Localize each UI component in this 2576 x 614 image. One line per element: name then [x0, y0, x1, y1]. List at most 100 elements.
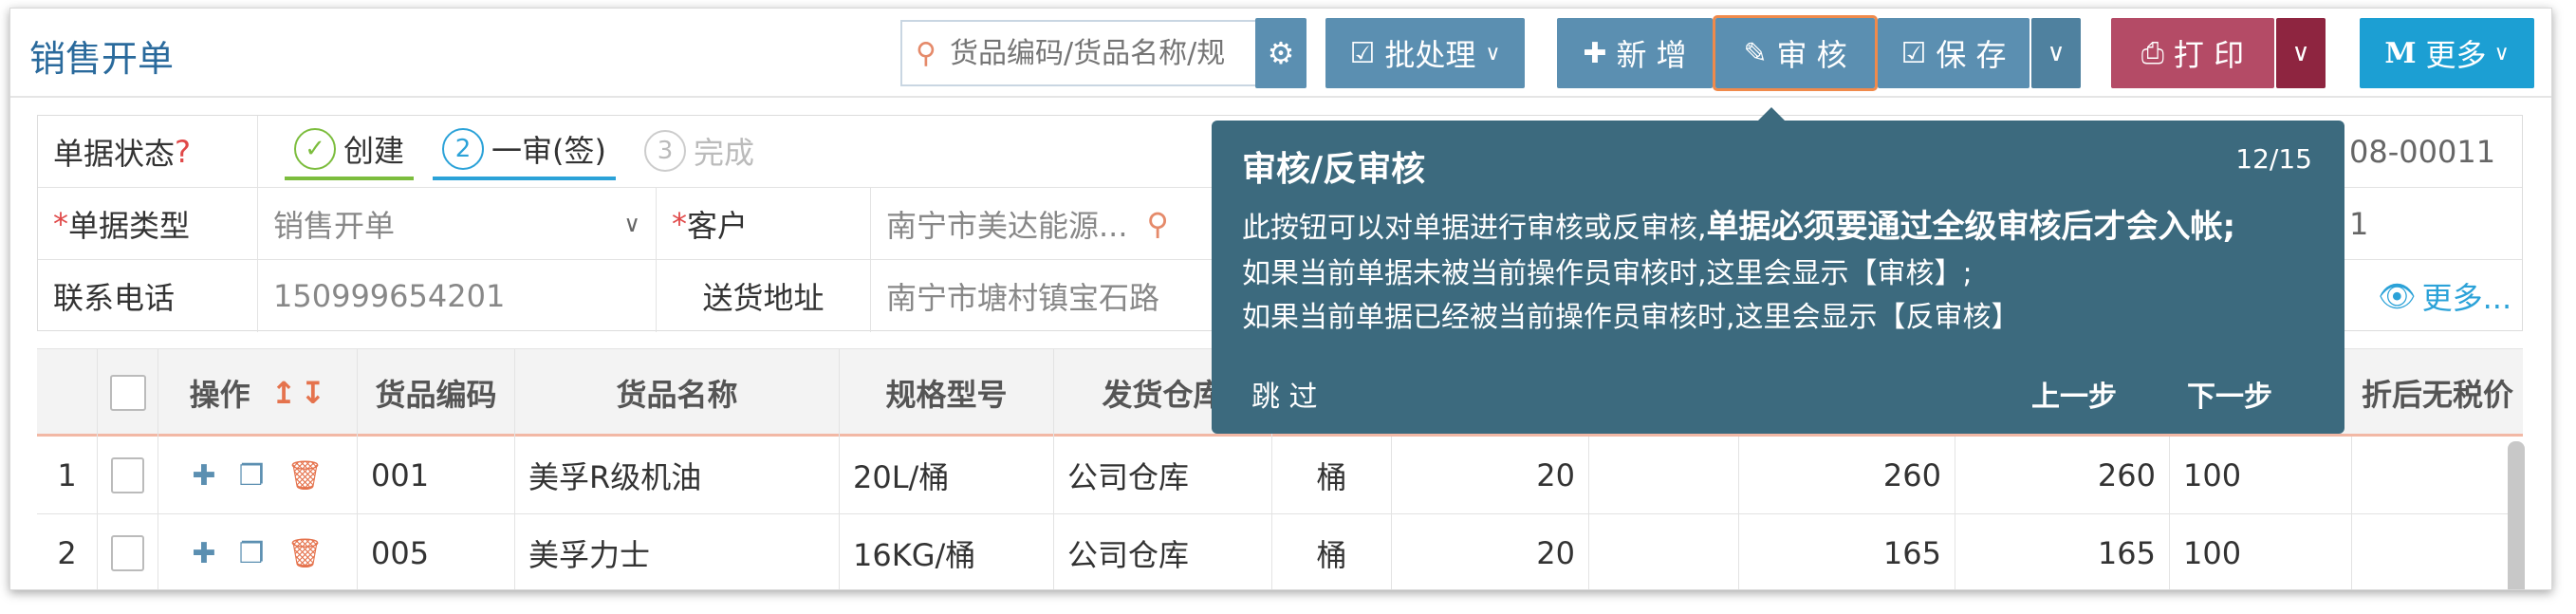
tooltip-body: 此按钮可以对单据进行审核或反审核,单据必须要通过全级审核后才会入帐; 如果当前单…	[1242, 202, 2316, 341]
step-first-review: 2 一审(签)	[433, 121, 616, 180]
copy-icon[interactable]: ❐	[239, 537, 265, 570]
search-settings-button[interactable]: ⚙	[1255, 18, 1307, 88]
cell-spec[interactable]: 16KG/桶	[840, 514, 1054, 589]
more-fields-link[interactable]: 👁 更多...	[2363, 260, 2524, 332]
customer-label: 客户	[687, 208, 749, 244]
row-checkbox[interactable]	[111, 457, 144, 493]
cell-empty[interactable]	[1589, 437, 1739, 514]
search-icon: ⚲	[916, 36, 936, 70]
tooltip-next-button[interactable]: 下一步	[2187, 373, 2272, 415]
chevron-down-icon: ∨	[623, 211, 640, 237]
col-code[interactable]: 货品编码	[358, 349, 515, 437]
tooltip-prev-button[interactable]: 上一步	[2031, 373, 2117, 415]
status-steps: ✓ 创建 2 一审(签) 3 完成	[285, 121, 783, 180]
print-label: 打 印	[2173, 37, 2245, 73]
cell-price[interactable]: 165	[1739, 514, 1955, 589]
add-row-icon[interactable]: ✚	[192, 537, 215, 570]
audit-button[interactable]: ✎ 审 核	[1713, 15, 1878, 91]
add-label: 新 增	[1616, 37, 1687, 73]
batch-label: 批处理	[1384, 37, 1476, 73]
col-spec[interactable]: 规格型号	[840, 349, 1054, 437]
cell-qty[interactable]: 20	[1392, 437, 1589, 514]
cell-price[interactable]: 260	[1739, 437, 1955, 514]
delete-icon[interactable]: 🗑	[287, 459, 323, 493]
gears-icon: ⚙	[1267, 35, 1295, 71]
row-select[interactable]	[98, 437, 158, 514]
table-row: 2 ✚ ❐ 🗑 005 美孚力士 16KG/桶 公司仓库 桶 20 165 165 …	[37, 514, 2523, 589]
row-select[interactable]	[98, 514, 158, 589]
eye-icon: 👁	[2378, 278, 2417, 314]
step-label: 创建	[343, 133, 405, 169]
chevron-down-icon: ∨	[2291, 39, 2310, 67]
add-row-icon[interactable]: ✚	[192, 459, 215, 493]
cell-warehouse[interactable]: 公司仓库	[1054, 437, 1272, 514]
tooltip-line-2: 如果当前单据未被当前操作员审核时,这里会显示【审核】;	[1242, 257, 1973, 290]
help-icon[interactable]: ?	[175, 134, 191, 170]
add-button[interactable]: ✚ 新 增	[1557, 18, 1713, 88]
cell-name[interactable]: 美孚R级机油	[515, 437, 840, 514]
grid-scrollbar[interactable]	[2508, 441, 2525, 589]
cell-code[interactable]: 001	[358, 437, 515, 514]
required-mark: *	[53, 206, 68, 242]
row-checkbox[interactable]	[111, 535, 144, 571]
sort-down-icon[interactable]: ↧	[301, 375, 326, 411]
cell-name[interactable]: 美孚力士	[515, 514, 840, 589]
search-input[interactable]	[950, 36, 1244, 70]
col-select-all[interactable]	[98, 349, 158, 437]
phone-field[interactable]: 150999654201	[258, 260, 657, 332]
chevron-down-icon: ∨	[1485, 41, 1501, 65]
cell-unit[interactable]: 桶	[1272, 437, 1392, 514]
cell-rate[interactable]: 100	[2170, 437, 2352, 514]
step-number: 3	[644, 130, 686, 172]
tooltip-arrow	[1758, 107, 1785, 121]
save-dropdown-button[interactable]: ∨	[2031, 18, 2081, 88]
cell-after-tax[interactable]	[2352, 514, 2523, 589]
tooltip-line-3: 如果当前单据已经被当前操作员审核时,这里会显示【反审核】	[1242, 301, 2020, 334]
cell-warehouse[interactable]: 公司仓库	[1054, 514, 1272, 589]
sort-up-icon[interactable]: ↥	[271, 375, 297, 411]
checkbox-icon: ☑	[1349, 36, 1376, 70]
customer-value: 南宁市美达能源...	[886, 208, 1128, 244]
delete-icon[interactable]: 🗑	[287, 537, 323, 570]
cell-empty[interactable]	[1589, 514, 1739, 589]
cell-qty[interactable]: 20	[1392, 514, 1589, 589]
status-label: 单据状态	[53, 136, 176, 172]
page-title: 销售开单	[29, 38, 175, 80]
cell-price-2[interactable]: 165	[1955, 514, 2170, 589]
order-number: 08-00011	[2349, 134, 2496, 170]
save-check-icon: ☑	[1900, 36, 1927, 70]
save-label: 保 存	[1936, 37, 2007, 73]
row-index: 1	[37, 437, 98, 514]
copy-icon[interactable]: ❐	[239, 459, 265, 493]
search-box[interactable]: ⚲	[900, 20, 1255, 86]
type-select[interactable]: 销售开单 ∨	[258, 188, 657, 260]
toolbar-divider	[10, 96, 2551, 98]
row-operations: ✚ ❐ 🗑	[158, 514, 358, 589]
phone-label-cell: 联系电话	[38, 260, 258, 332]
print-button[interactable]: ⎙ 打 印	[2111, 18, 2274, 88]
cell-code[interactable]: 005	[358, 514, 515, 589]
more-button[interactable]: M 更多 ∨	[2360, 18, 2534, 88]
phone-label: 联系电话	[53, 280, 176, 316]
tooltip-line-1-bold: 单据必须要通过全级审核后才会入帐;	[1706, 208, 2236, 246]
op-header: 操作	[189, 377, 250, 413]
select-all-checkbox[interactable]	[109, 375, 146, 411]
zoom-icon[interactable]: ⚲	[1147, 206, 1169, 242]
cell-unit[interactable]: 桶	[1272, 514, 1392, 589]
print-dropdown-button[interactable]: ∨	[2276, 18, 2326, 88]
col-after-tax-price[interactable]: 折后无税价	[2352, 349, 2523, 437]
customer-field[interactable]: 南宁市美达能源... ⚲	[871, 188, 1213, 260]
col-name[interactable]: 货品名称	[515, 349, 840, 437]
address-field[interactable]: 南宁市塘村镇宝石路	[871, 260, 1213, 332]
step-number: 2	[442, 128, 485, 170]
status-label-cell: 单据状态?	[38, 116, 258, 188]
tooltip-line-1-plain: 此按钮可以对单据进行审核或反审核,	[1242, 212, 1707, 245]
cell-rate[interactable]: 100	[2170, 514, 2352, 589]
cell-spec[interactable]: 20L/桶	[840, 437, 1054, 514]
batch-button[interactable]: ☑ 批处理 ∨	[1325, 18, 1525, 88]
cell-after-tax[interactable]	[2352, 437, 2523, 514]
tooltip-skip-button[interactable]: 跳 过	[1251, 373, 1318, 415]
plus-icon: ✚	[1583, 36, 1607, 70]
save-button[interactable]: ☑ 保 存	[1878, 18, 2029, 88]
cell-price-2[interactable]: 260	[1955, 437, 2170, 514]
